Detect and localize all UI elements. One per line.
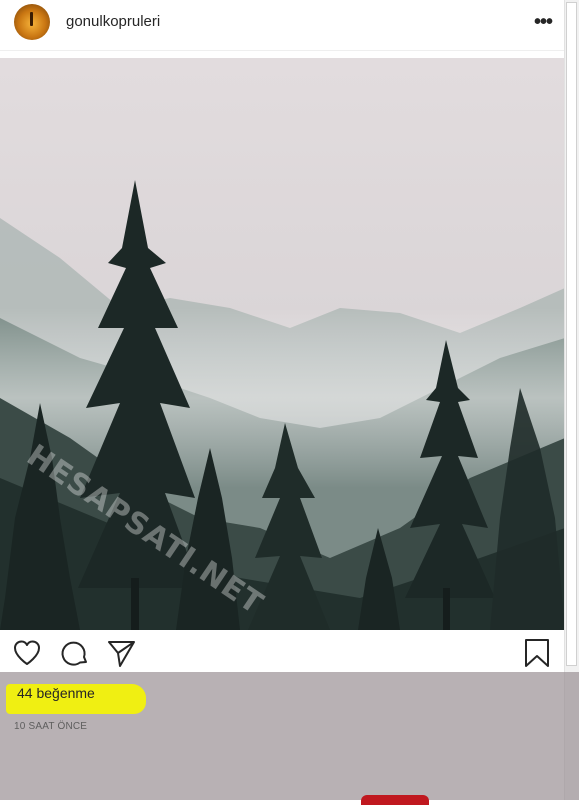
username[interactable]: gonulkopruleri <box>66 13 160 30</box>
share-button[interactable] <box>106 638 138 670</box>
red-tab-edge[interactable] <box>361 795 429 805</box>
avatar[interactable] <box>14 4 50 40</box>
comment-icon <box>61 641 87 666</box>
heart-icon <box>14 640 40 665</box>
more-options-icon[interactable]: ••• <box>531 12 555 32</box>
like-button[interactable] <box>12 638 44 670</box>
post-timestamp: 10 SAAT ÖNCE <box>14 721 88 732</box>
post-photo[interactable]: HESAPSATI.NET <box>0 58 565 630</box>
save-button[interactable] <box>522 638 554 670</box>
scrollbar-thumb[interactable] <box>566 2 577 666</box>
post-header: gonulkopruleri ••• <box>0 0 565 51</box>
comment-button[interactable] <box>60 638 92 670</box>
send-icon <box>108 641 135 667</box>
avatar-figure <box>30 12 33 26</box>
bookmark-icon <box>525 639 549 667</box>
likes-count[interactable]: 44 beğenme <box>14 683 98 703</box>
foggy-forest-image <box>0 58 565 630</box>
